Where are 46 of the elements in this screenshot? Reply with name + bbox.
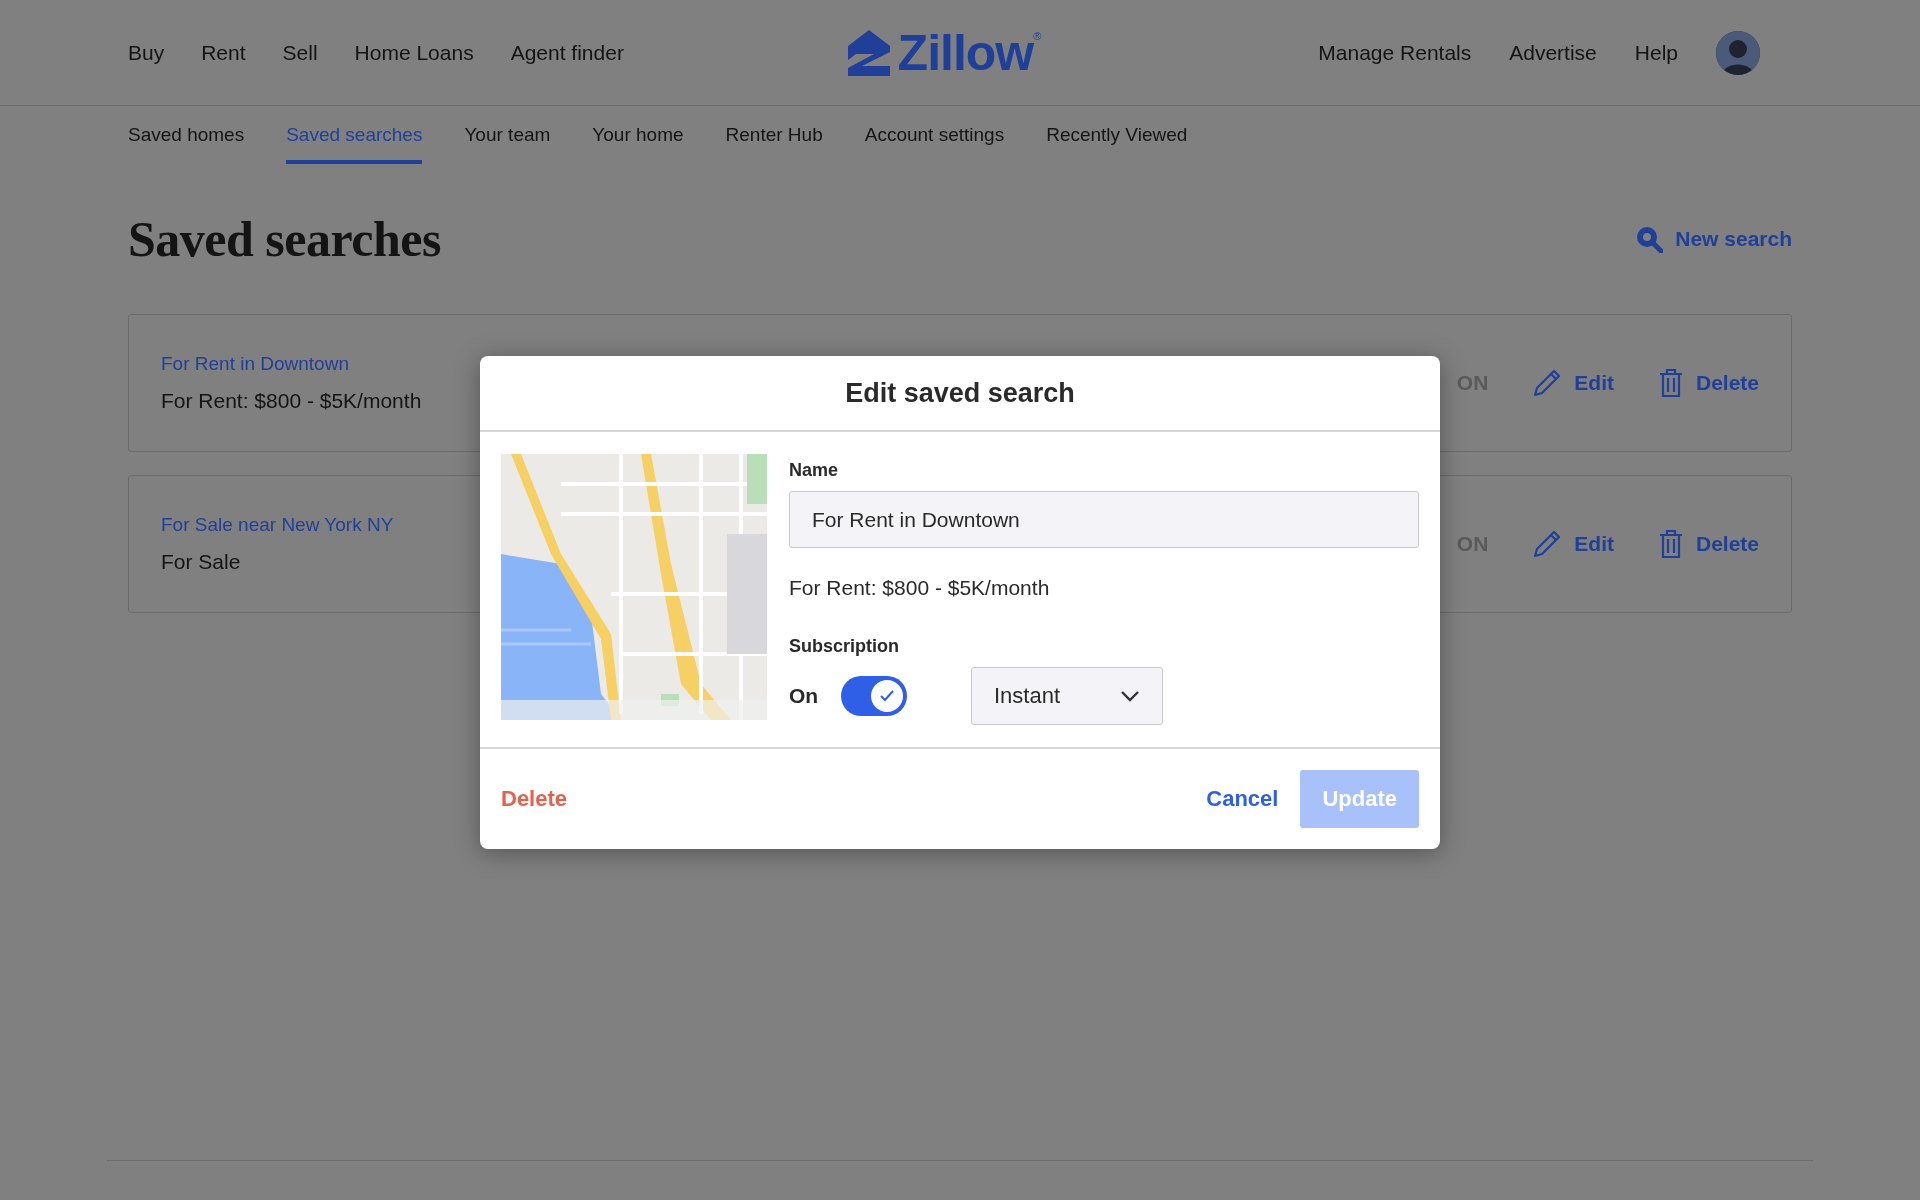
nav-link[interactable]: Rent bbox=[201, 40, 246, 65]
search-name-link[interactable]: For Rent in Downtown bbox=[161, 353, 422, 375]
edit-button[interactable]: Edit bbox=[1532, 529, 1614, 559]
delete-button[interactable]: Delete bbox=[1657, 368, 1759, 398]
search-name-link[interactable]: For Sale near New York NY bbox=[161, 514, 394, 536]
delete-button[interactable]: Delete bbox=[501, 786, 568, 812]
nav-link[interactable]: Manage Rentals bbox=[1318, 40, 1472, 65]
tab[interactable]: Recently Viewed bbox=[1046, 106, 1188, 164]
subscription-toggle[interactable] bbox=[841, 676, 907, 716]
delete-button[interactable]: Delete bbox=[1657, 529, 1759, 559]
dialog-title: Edit saved search bbox=[480, 356, 1440, 432]
nav-link[interactable]: Home Loans bbox=[354, 40, 474, 65]
nav-link[interactable]: Buy bbox=[128, 40, 165, 65]
nav-link[interactable]: Sell bbox=[282, 40, 318, 65]
edit-button[interactable]: Edit bbox=[1532, 368, 1614, 398]
search-criteria: For Sale bbox=[161, 550, 242, 574]
search-icon bbox=[1635, 225, 1664, 253]
chevron-down-icon bbox=[1120, 690, 1140, 702]
field-label: Subscription bbox=[789, 636, 900, 657]
tab[interactable]: Your home bbox=[592, 106, 684, 164]
trash-icon bbox=[1657, 529, 1684, 559]
new-search-button[interactable]: New search bbox=[1635, 225, 1792, 253]
nav-link[interactable]: Advertise bbox=[1509, 40, 1597, 65]
nav-link[interactable]: Agent finder bbox=[510, 40, 624, 65]
pencil-icon bbox=[1532, 529, 1563, 559]
check-icon bbox=[880, 690, 894, 702]
tab[interactable]: Saved homes bbox=[128, 106, 245, 164]
trash-icon bbox=[1657, 368, 1684, 398]
cancel-button[interactable]: Cancel bbox=[1206, 786, 1279, 812]
tab[interactable]: Saved searches bbox=[286, 106, 423, 164]
field-label: Name bbox=[789, 460, 840, 481]
tab[interactable]: Your team bbox=[464, 106, 551, 164]
search-criteria: For Rent: $800 - $5K/month bbox=[161, 389, 422, 413]
tab[interactable]: Account settings bbox=[864, 106, 1005, 164]
logo-wordmark: Zillow bbox=[897, 23, 1034, 82]
pencil-icon bbox=[1532, 368, 1563, 398]
avatar-icon[interactable] bbox=[1716, 30, 1760, 75]
frequency-dropdown[interactable]: Instant bbox=[971, 667, 1163, 725]
page-title: Saved searches bbox=[128, 210, 441, 268]
tab[interactable]: Renter Hub bbox=[725, 106, 823, 164]
registered-mark: ® bbox=[1033, 29, 1041, 42]
search-criteria: For Rent: $800 - $5K/month bbox=[789, 576, 1051, 600]
logo-icon bbox=[847, 29, 890, 76]
nav-link[interactable]: Help bbox=[1634, 40, 1678, 65]
toggle-label: On bbox=[789, 684, 820, 708]
name-input[interactable]: For Rent in Downtown bbox=[789, 491, 1419, 548]
